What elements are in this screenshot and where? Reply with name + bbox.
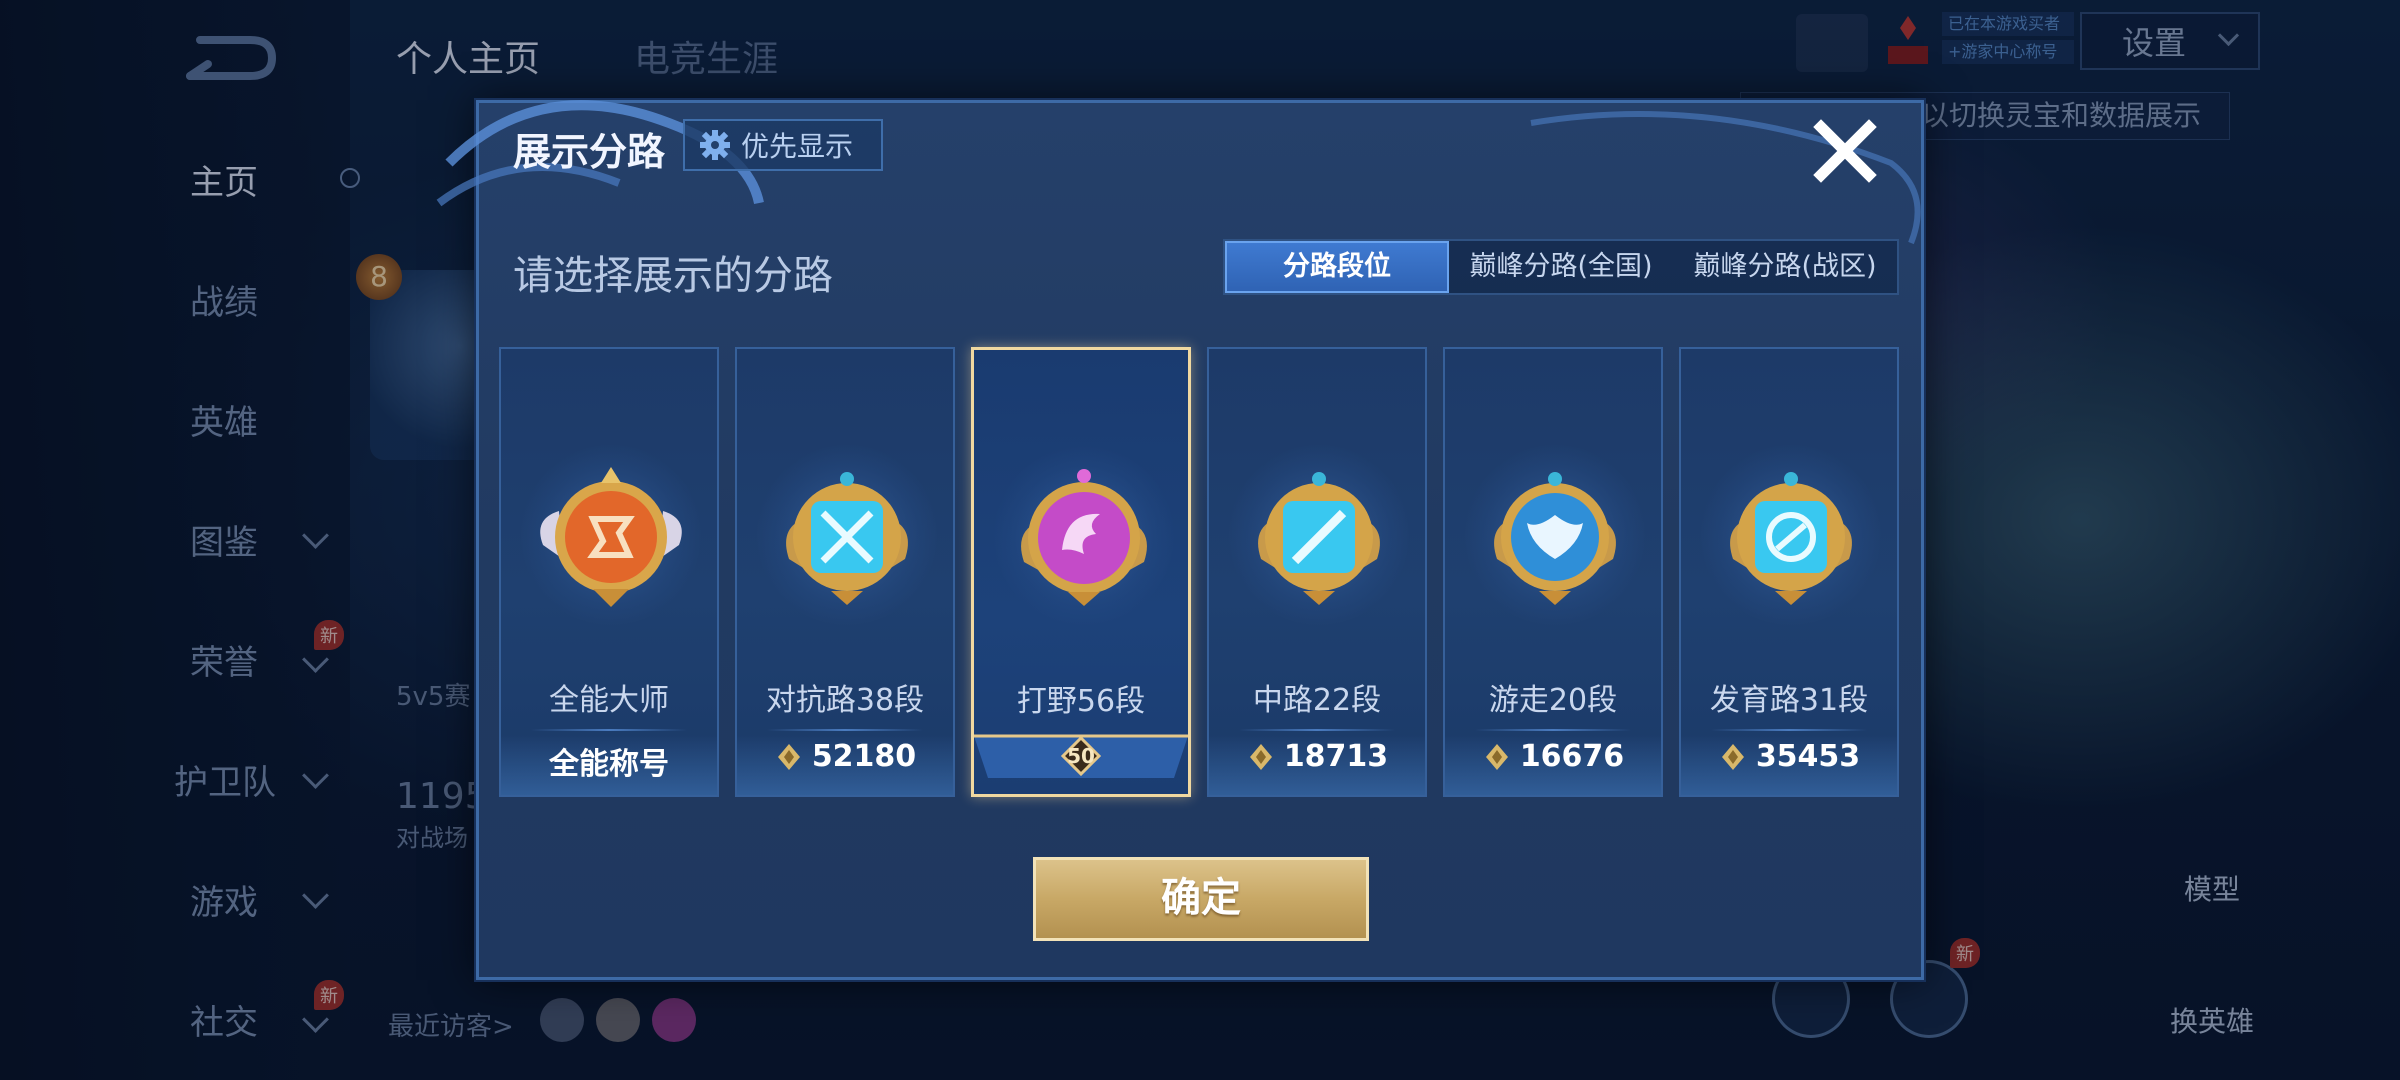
divider <box>1239 729 1395 731</box>
dialog-title: 展示分路 <box>513 130 666 174</box>
divider <box>1475 729 1631 731</box>
score-value: 16676 <box>1519 739 1625 774</box>
clash-lane-medal-icon <box>786 472 908 605</box>
lane-display-dialog: 展示分路 优先显示 请选择展示的分路 分路段位 巅峰分路(全国) 巅峰分路(战区… <box>436 100 1924 980</box>
lane-name: 打野56段 <box>1016 684 1146 719</box>
priority-label: 优先显示 <box>741 130 854 163</box>
lane-name: 对抗路38段 <box>765 683 925 718</box>
all-round-medal-icon <box>540 467 682 607</box>
divider <box>767 729 923 731</box>
rank-badge-value: 50 <box>1067 744 1095 768</box>
lane-name: 发育路31段 <box>1709 683 1869 718</box>
peak-points-icon <box>1721 743 1744 770</box>
tab-peak-national[interactable]: 巅峰分路(全国) <box>1449 241 1673 293</box>
lane-card-clash[interactable]: 对抗路38段 52180 <box>735 347 955 797</box>
jungle-medal-icon <box>1021 469 1147 606</box>
lane-score: 全能称号 <box>501 739 717 783</box>
rank-banner: 50 <box>974 734 1188 778</box>
lane-name: 游走20段 <box>1488 683 1618 718</box>
lane-card-farm[interactable]: 发育路31段 35453 <box>1679 347 1899 797</box>
gear-icon <box>700 130 730 160</box>
confirm-button[interactable]: 确定 <box>1033 857 1369 941</box>
lane-card-roam[interactable]: 游走20段 16676 <box>1443 347 1663 797</box>
priority-display-button[interactable]: 优先显示 <box>683 119 883 171</box>
lane-card-all-round[interactable]: 全能大师 全能称号 <box>499 347 719 797</box>
lane-cards: 全能大师 全能称号 对抗路38段 52180 打野56段 50 中路22段 18… <box>499 347 1907 797</box>
score-value: 18713 <box>1283 739 1389 774</box>
roam-medal-icon <box>1494 472 1616 605</box>
divider <box>1711 729 1867 731</box>
lane-score: 35453 <box>1681 739 1897 774</box>
peak-points-icon <box>1249 743 1272 770</box>
lane-name: 中路22段 <box>1252 683 1382 718</box>
tab-lane-rank[interactable]: 分路段位 <box>1225 241 1449 293</box>
peak-points-icon <box>777 743 800 770</box>
divider <box>531 729 687 731</box>
lane-card-jungle[interactable]: 打野56段 50 <box>971 347 1191 797</box>
mid-lane-medal-icon <box>1258 472 1380 605</box>
score-value: 全能称号 <box>549 747 669 782</box>
lane-score: 52180 <box>737 739 953 774</box>
lane-type-tabs: 分路段位 巅峰分路(全国) 巅峰分路(战区) <box>1223 239 1899 295</box>
dialog-subtitle: 请选择展示的分路 <box>513 253 833 299</box>
lane-score: 18713 <box>1209 739 1425 774</box>
tab-peak-region[interactable]: 巅峰分路(战区) <box>1673 241 1897 293</box>
lane-name: 全能大师 <box>549 683 669 718</box>
lane-card-mid[interactable]: 中路22段 18713 <box>1207 347 1427 797</box>
peak-points-icon <box>1485 743 1508 770</box>
lane-score: 16676 <box>1445 739 1661 774</box>
score-value: 52180 <box>811 739 917 774</box>
score-value: 35453 <box>1755 739 1861 774</box>
farm-lane-medal-icon <box>1730 472 1852 605</box>
close-icon[interactable] <box>1807 113 1883 189</box>
